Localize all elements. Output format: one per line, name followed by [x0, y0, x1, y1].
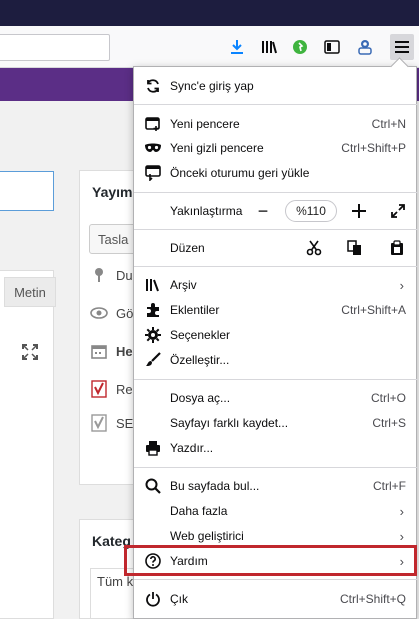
- title-input[interactable]: [0, 171, 54, 211]
- url-bar[interactable]: [0, 34, 110, 61]
- menu-item-addons[interactable]: Eklentiler Ctrl+Shift+A: [134, 298, 418, 322]
- eye-icon: [90, 304, 108, 322]
- side-row-3: He: [90, 342, 133, 360]
- zoom-reset-button[interactable]: %110: [285, 200, 337, 222]
- restore-session-icon: [144, 164, 162, 182]
- side-row-label: He: [116, 343, 133, 359]
- download-icon[interactable]: [227, 37, 247, 57]
- menu-shortcut: Ctrl+Shift+A: [341, 303, 406, 317]
- paste-icon[interactable]: [385, 236, 409, 260]
- zoom-out-button[interactable]: −: [252, 199, 274, 223]
- menu-item-save-page[interactable]: Sayfayı farklı kaydet... Ctrl+S: [134, 411, 418, 435]
- sync-icon: [144, 77, 162, 95]
- menu-shortcut: Ctrl+S: [372, 416, 406, 430]
- puzzle-icon: [144, 301, 162, 319]
- menu-label: Yazdır...: [170, 441, 214, 455]
- fullscreen-arrows-icon[interactable]: [387, 199, 409, 223]
- menu-label: Yeni gizli pencere: [170, 141, 264, 155]
- browser-title-bar: [0, 0, 419, 26]
- account-icon[interactable]: [355, 37, 375, 57]
- paintbrush-icon: [144, 351, 162, 369]
- menu-item-zoom: Yakınlaştırma − %110: [134, 199, 418, 223]
- menu-label: Seçenekler: [170, 328, 231, 342]
- sidebar-icon[interactable]: [322, 37, 342, 57]
- menu-label: Dosya aç...: [170, 391, 231, 405]
- main-menu-panel: Sync'e giriş yap Yeni pencere Ctrl+N Yen…: [133, 66, 418, 619]
- pin-icon: [90, 266, 108, 284]
- search-icon: [144, 477, 162, 495]
- printer-icon: [144, 439, 162, 457]
- menu-separator: [134, 467, 418, 468]
- library-icon: [144, 276, 162, 294]
- menu-label: Eklentiler: [170, 303, 220, 317]
- side-row-1: Du: [90, 266, 133, 284]
- menu-label: Sayfayı farklı kaydet...: [170, 416, 289, 430]
- menu-item-edit: Düzen: [134, 236, 418, 260]
- seo-icon: [90, 414, 108, 432]
- publish-title: Yayım: [92, 184, 133, 200]
- menu-separator: [134, 379, 418, 380]
- menu-item-new-window[interactable]: Yeni pencere Ctrl+N: [134, 112, 418, 136]
- menu-label: Düzen: [170, 241, 205, 255]
- hamburger-menu-icon[interactable]: [390, 34, 414, 60]
- menu-label: Web geliştirici: [170, 529, 244, 543]
- side-row-label: Gö: [116, 305, 134, 321]
- menu-label: Arşiv: [170, 278, 197, 292]
- side-row-label: Du: [116, 267, 133, 283]
- calendar-icon: [90, 342, 108, 360]
- tab-text[interactable]: Metin: [4, 277, 56, 307]
- menu-shortcut: Ctrl+O: [370, 391, 406, 405]
- menu-item-restore-session[interactable]: Önceki oturumu geri yükle: [134, 161, 418, 185]
- menu-shortcut: Ctrl+N: [371, 117, 406, 131]
- menu-label: Yeni pencere: [170, 117, 240, 131]
- menu-label: Özelleştir...: [170, 353, 230, 367]
- submenu-arrow-icon: ›: [399, 503, 404, 519]
- menu-label: Önceki oturumu geri yükle: [170, 166, 310, 180]
- menu-separator: [134, 104, 418, 105]
- fullscreen-icon[interactable]: [22, 344, 44, 366]
- browser-toolbar: [0, 26, 419, 68]
- private-mask-icon: [144, 139, 162, 157]
- menu-separator: [134, 579, 418, 580]
- submenu-arrow-icon: ›: [399, 277, 404, 293]
- menu-item-open-file[interactable]: Dosya aç... Ctrl+O: [134, 386, 418, 410]
- readability-icon: [90, 380, 108, 398]
- menu-shortcut: Ctrl+F: [373, 479, 406, 493]
- menu-label: Daha fazla: [170, 504, 228, 518]
- menu-label: Çık: [170, 592, 188, 606]
- side-row-2: Gö: [90, 304, 133, 322]
- menu-item-private-window[interactable]: Yeni gizli pencere Ctrl+Shift+P: [134, 136, 418, 160]
- menu-item-library[interactable]: Arşiv ›: [134, 273, 418, 297]
- menu-item-quit[interactable]: Çık Ctrl+Shift+Q: [134, 587, 418, 611]
- menu-item-sync[interactable]: Sync'e giriş yap: [134, 74, 418, 98]
- cut-icon[interactable]: [302, 236, 326, 260]
- menu-label: Bu sayfada bul...: [170, 479, 260, 493]
- power-icon: [144, 590, 162, 608]
- editor-panel: [0, 270, 54, 619]
- menu-separator: [134, 266, 418, 267]
- menu-label: Sync'e giriş yap: [170, 79, 254, 93]
- library-icon[interactable]: [260, 37, 280, 57]
- menu-shortcut: Ctrl+Shift+P: [341, 141, 406, 155]
- menu-shortcut: Ctrl+Shift+Q: [339, 592, 406, 606]
- menu-label: Yakınlaştırma: [170, 204, 243, 218]
- gear-icon: [144, 326, 162, 344]
- submenu-arrow-icon: ›: [399, 528, 404, 544]
- help-highlight-box: [124, 545, 417, 576]
- copy-icon[interactable]: [343, 236, 367, 260]
- menu-item-find[interactable]: Bu sayfada bul... Ctrl+F: [134, 474, 418, 498]
- menu-item-customize[interactable]: Özelleştir...: [134, 348, 418, 372]
- menu-item-more[interactable]: Daha fazla ›: [134, 499, 418, 523]
- zoom-in-button[interactable]: [348, 199, 370, 223]
- menu-separator: [134, 192, 418, 193]
- menu-item-options[interactable]: Seçenekler: [134, 323, 418, 347]
- menu-separator: [134, 229, 418, 230]
- extension-icon[interactable]: [290, 37, 310, 57]
- menu-item-print[interactable]: Yazdır...: [134, 436, 418, 460]
- new-window-icon: [144, 115, 162, 133]
